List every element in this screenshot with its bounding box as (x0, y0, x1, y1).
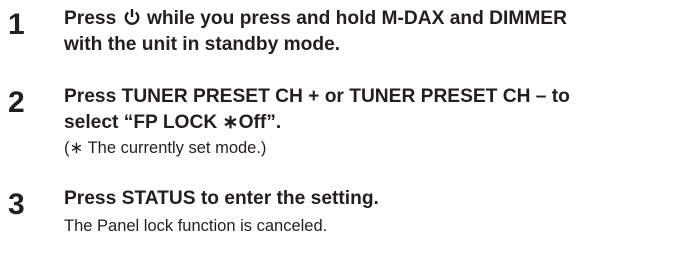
step-number: 3 (8, 188, 25, 221)
step-body: Press STATUS to enter the setting. The P… (64, 186, 694, 237)
step-number: 1 (8, 8, 25, 41)
step-instruction-line: Press while you press and hold M-DAX and… (64, 6, 694, 32)
step-instruction-line: Press STATUS to enter the setting. (64, 188, 379, 209)
instruction-text: while you press and hold M-DAX and DIMME… (141, 8, 567, 29)
step-body: Press while you press and hold M-DAX and… (64, 6, 694, 58)
step-instruction-line: with the unit in standby mode. (64, 34, 341, 55)
step-body: Press TUNER PRESET CH + or TUNER PRESET … (64, 84, 694, 159)
step-note: The Panel lock function is canceled. (64, 217, 328, 235)
step-number: 2 (8, 86, 25, 119)
step-note: (∗ The currently set mode.) (64, 139, 267, 157)
step-instruction-line: Press TUNER PRESET CH + or TUNER PRESET … (64, 86, 570, 107)
instruction-steps: 1 Press while you press and hold M-DAX a… (0, 0, 697, 257)
power-icon (123, 8, 141, 26)
instruction-text: Press (64, 8, 122, 29)
step-instruction-line: select “FP LOCK ∗Off”. (64, 112, 282, 133)
